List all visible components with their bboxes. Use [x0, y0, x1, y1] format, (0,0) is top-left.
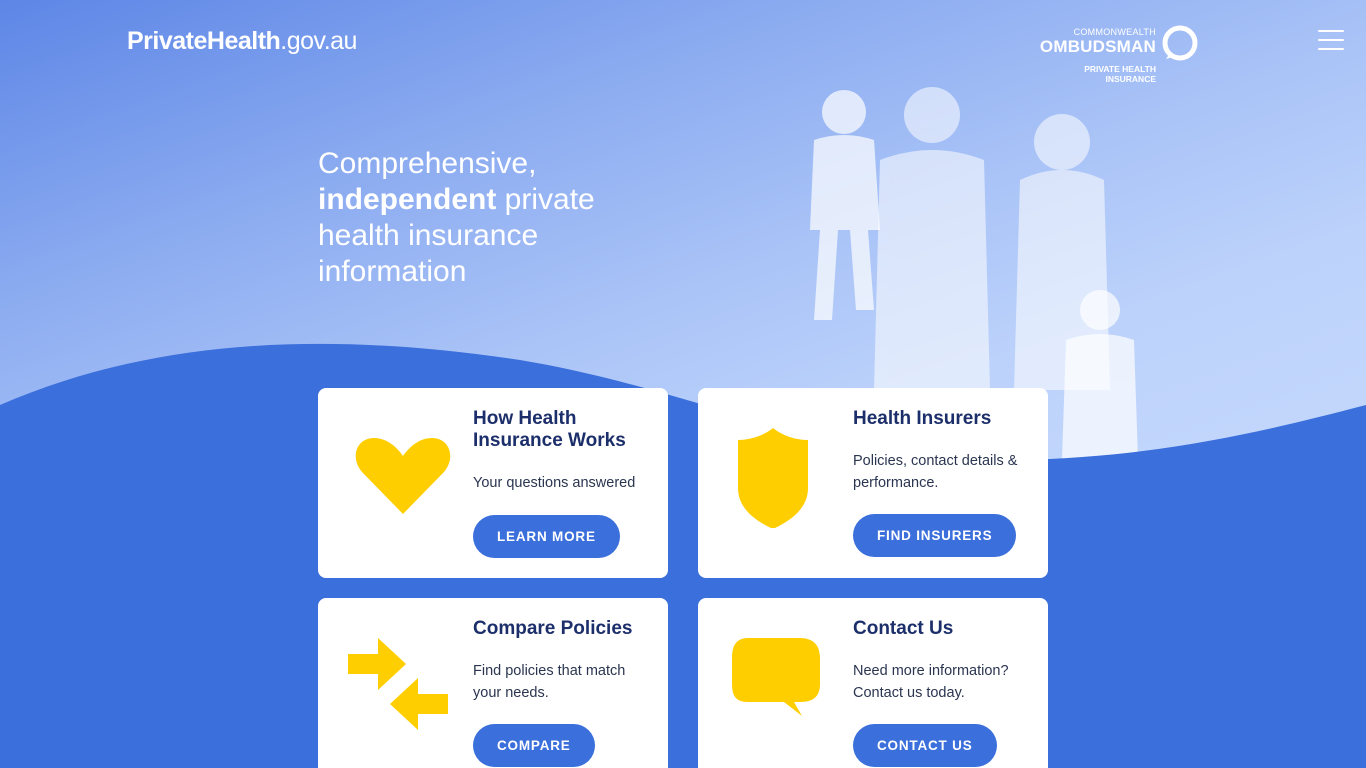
logo-domain-text: .gov.au: [280, 27, 357, 55]
card-contact-us: Contact Us Need more information? Contac…: [698, 598, 1048, 768]
ombudsman-speech-icon: [1162, 25, 1198, 61]
shield-icon: [738, 428, 808, 528]
card-description: Your questions answered: [473, 475, 636, 491]
ombudsman-line2: OMBUDSMAN: [1039, 37, 1156, 56]
ombudsman-logo[interactable]: COMMONWEALTH OMBUDSMAN PRIVATE HEALTH IN…: [1022, 24, 1202, 86]
logo-bold-text: PrivateHealth: [127, 27, 281, 55]
card-description: Find policies that match your needs.: [473, 663, 626, 701]
card-title: How Health Insurance Works: [473, 408, 626, 451]
learn-more-button[interactable]: LEARN MORE: [473, 515, 620, 558]
hero-wave: [0, 343, 1366, 490]
card-health-insurers: Health Insurers Policies, contact detail…: [698, 388, 1048, 578]
card-title: Contact Us: [853, 618, 954, 639]
hero-line1: Comprehensive,: [318, 147, 537, 180]
card-how-health-insurance-works: How Health Insurance Works Your question…: [318, 388, 668, 578]
menu-bar: [1318, 39, 1344, 41]
contact-us-button[interactable]: CONTACT US: [853, 724, 997, 767]
hero-line4: information: [318, 255, 467, 288]
card-description: Policies, contact details & performance.: [853, 453, 1018, 491]
ombudsman-line3: PRIVATE HEALTH: [1084, 64, 1156, 74]
ombudsman-line3-4: PRIVATE HEALTH INSURANCE: [1036, 64, 1156, 84]
hero-line3: health insurance: [318, 219, 539, 252]
compare-arrows-icon: [348, 638, 448, 730]
heart-icon: [355, 438, 451, 514]
hero-line2: private: [496, 183, 595, 216]
card-title: Compare Policies: [473, 618, 633, 639]
menu-bar: [1318, 48, 1344, 50]
card-description: Need more information? Contact us today.: [853, 663, 1009, 701]
site-logo[interactable]: PrivateHealth.gov.au: [127, 27, 357, 56]
speech-bubble-icon: [732, 638, 820, 716]
ombudsman-line1: COMMONWEALTH: [1073, 27, 1156, 37]
card-title: Health Insurers: [853, 408, 992, 429]
menu-bar: [1318, 30, 1344, 32]
hamburger-menu-icon[interactable]: [1316, 30, 1346, 52]
hero-heading: Comprehensive, independent private healt…: [318, 146, 638, 290]
find-insurers-button[interactable]: FIND INSURERS: [853, 514, 1017, 557]
hero-bold-word: independent: [318, 183, 497, 216]
ombudsman-line4: INSURANCE: [1105, 74, 1156, 84]
card-compare-policies: Compare Policies Find policies that matc…: [318, 598, 668, 768]
compare-button[interactable]: COMPARE: [473, 724, 595, 767]
